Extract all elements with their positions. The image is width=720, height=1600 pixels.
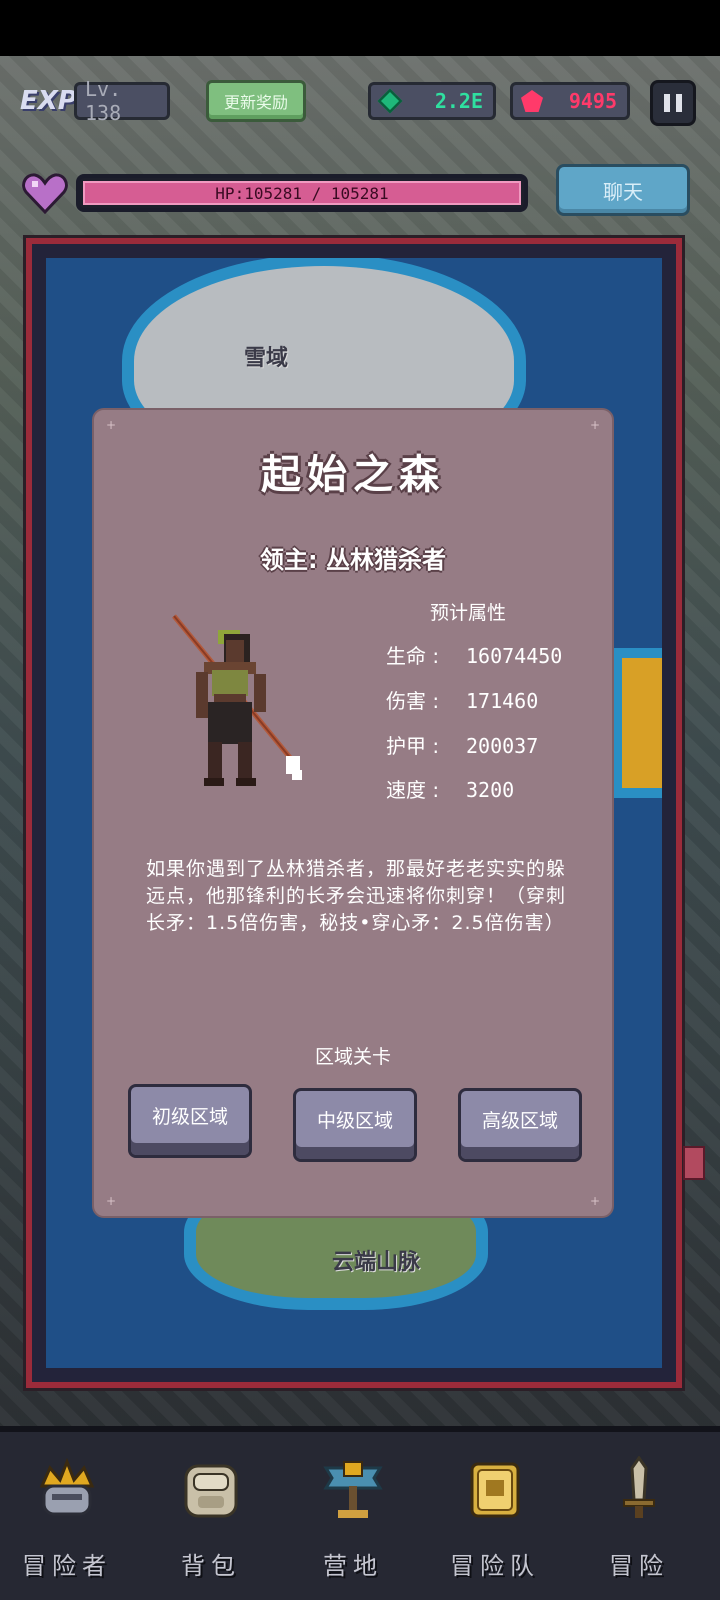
stat-row-speed: 速度 : 3200 [386, 774, 514, 803]
region-label-snow: 雪域 [244, 346, 289, 371]
ruby-counter[interactable]: 9495 [510, 82, 630, 120]
heart-icon [22, 173, 68, 214]
nav-item-team[interactable]: 冒险队 [440, 1446, 550, 1596]
exp-logo: EXP [20, 86, 77, 116]
ruby-value: 9495 [568, 89, 617, 113]
stat-label: 伤害 : [386, 689, 440, 713]
level-badge: Lv. 138 [74, 77, 170, 125]
stat-value: 3200 [466, 778, 515, 802]
corner-ornament: + [106, 418, 117, 432]
stage-title: 起始之森 [261, 452, 445, 498]
hp-text: HP:105281 / 105281 [215, 183, 389, 203]
stat-label: 生命 : [386, 644, 440, 668]
crown-helmet-icon [39, 1457, 95, 1516]
hp-fill: HP:105281 / 105281 [83, 181, 521, 205]
nav-item-backpack[interactable]: 背包 [156, 1446, 266, 1596]
corner-ornament: + [589, 418, 600, 432]
ruby-icon [521, 90, 543, 112]
boss-name: 领主: 丛林猎杀者 [260, 546, 446, 574]
stat-value: 200037 [466, 734, 539, 758]
update-reward-button[interactable]: 更新奖励 [206, 80, 306, 122]
bottom-nav: 冒险者 背包 营地 冒险队 冒险 [0, 1426, 720, 1600]
stat-value: 171460 [466, 689, 539, 713]
region-label-mountain: 云端山脉 [332, 1250, 421, 1275]
stats-title: 预计属性 [430, 602, 507, 624]
sword-icon [623, 1456, 655, 1518]
stat-row-hp: 生命 : 16074450 [386, 640, 562, 669]
pause-button[interactable] [650, 80, 696, 126]
jungle-hunter-sprite [172, 614, 302, 786]
backpack-icon [184, 1464, 238, 1518]
hp-bar: HP:105281 / 105281 [76, 174, 528, 212]
emerald-icon [377, 88, 403, 114]
stat-row-armor: 护甲 : 200037 [386, 730, 538, 759]
intermediate-zone-button[interactable]: 中级区域 [293, 1088, 417, 1162]
corner-ornament: + [106, 1194, 117, 1208]
chat-button[interactable]: 聊天 [556, 164, 690, 216]
corner-ornament: + [589, 1194, 600, 1208]
nav-item-camp[interactable]: 营地 [298, 1446, 408, 1596]
nav-label: 冒险队 [450, 1552, 540, 1580]
status-bar [0, 0, 720, 56]
stat-label: 护甲 : [386, 734, 440, 758]
desert-island[interactable] [622, 658, 662, 788]
nav-label: 冒险 [609, 1552, 669, 1580]
team-book-icon [470, 1462, 520, 1518]
beginner-zone-button[interactable]: 初级区域 [128, 1084, 252, 1158]
nav-label: 背包 [181, 1552, 241, 1580]
stage-info-dialog: + + + + 起始之森 领主: 丛林猎杀者 预计属性 生命 : 16074450… [92, 408, 614, 1218]
pause-icon-bar [664, 94, 670, 112]
zones-title: 区域关卡 [314, 1046, 391, 1068]
gem-counter[interactable]: 2.2E [368, 82, 496, 120]
stat-row-damage: 伤害 : 171460 [386, 685, 538, 714]
level-text: Lv. 138 [85, 77, 122, 125]
nav-item-adventure[interactable]: 冒险 [584, 1446, 694, 1596]
gem-value: 2.2E [434, 89, 483, 113]
advanced-zone-button[interactable]: 高级区域 [458, 1088, 582, 1162]
nav-item-adventurer[interactable]: 冒险者 [12, 1446, 122, 1596]
stat-value: 16074450 [466, 644, 563, 668]
side-tab[interactable] [683, 1146, 705, 1180]
nav-label: 营地 [323, 1552, 383, 1580]
camp-banner-icon [323, 1461, 383, 1518]
pause-icon-bar [676, 94, 682, 112]
stat-label: 速度 : [386, 778, 440, 802]
nav-label: 冒险者 [22, 1552, 112, 1580]
boss-description: 如果你遇到了丛林猎杀者，那最好老老实实的躲远点，他那锋利的长矛会迅速将你刺穿！（… [146, 858, 567, 934]
